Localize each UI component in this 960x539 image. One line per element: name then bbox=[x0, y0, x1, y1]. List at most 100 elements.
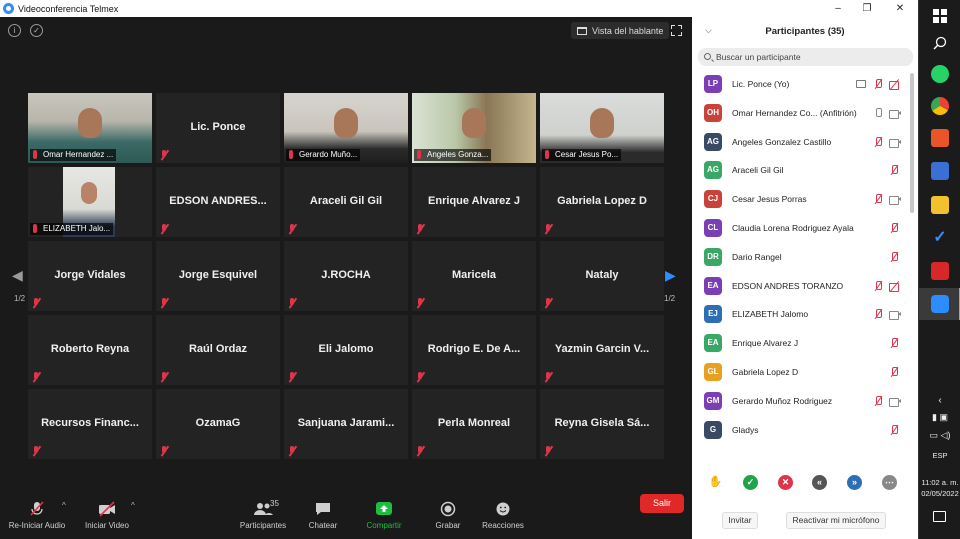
participant-row[interactable]: DR Dario Rangel bbox=[692, 244, 910, 272]
participant-tile[interactable]: Gabriela Lopez D bbox=[540, 167, 664, 237]
participant-tile[interactable]: OzamaG bbox=[156, 389, 280, 459]
file-explorer-icon[interactable] bbox=[931, 196, 949, 214]
mic-muted-icon bbox=[889, 338, 899, 349]
shield-icon[interactable]: ✓ bbox=[30, 24, 43, 37]
participant-tile[interactable]: Rodrigo E. De A... bbox=[412, 315, 536, 385]
participant-tile[interactable]: Yazmin Garcin V... bbox=[540, 315, 664, 385]
participant-row[interactable]: G Gladys bbox=[692, 417, 910, 445]
zoom-taskbar-button[interactable] bbox=[919, 288, 960, 320]
share-button[interactable]: Compartir bbox=[360, 501, 408, 530]
participant-row[interactable]: AG Araceli Gil Gil bbox=[692, 157, 910, 185]
participant-tile[interactable]: Jorge Esquivel bbox=[156, 241, 280, 311]
tray-icons[interactable]: ▮ ▣ bbox=[919, 412, 960, 423]
avatar: CJ bbox=[704, 190, 722, 209]
participant-tile[interactable]: Omar Hernandez ... bbox=[28, 93, 152, 163]
participant-row[interactable]: EA EDSON ANDRES TORANZO bbox=[692, 273, 910, 301]
participant-tile[interactable]: Sanjuana Jarami... bbox=[284, 389, 408, 459]
todo-icon[interactable]: ✓ bbox=[931, 229, 949, 247]
participant-tile[interactable]: Maricela bbox=[412, 241, 536, 311]
avatar: GM bbox=[704, 391, 722, 410]
search-icon[interactable] bbox=[933, 36, 947, 50]
participant-tile[interactable]: Jorge Vidales bbox=[28, 241, 152, 311]
participant-name: Dario Rangel bbox=[732, 251, 782, 262]
participant-tile[interactable]: Enrique Alvarez J bbox=[412, 167, 536, 237]
maximize-button[interactable]: ❐ bbox=[852, 0, 882, 17]
faster-icon[interactable]: » bbox=[847, 475, 862, 490]
participant-row[interactable]: OH Omar Hernandez Co... (Anfitrión) bbox=[692, 100, 910, 128]
audio-options-caret-icon[interactable]: ^ bbox=[62, 501, 66, 510]
search-placeholder: Buscar un participante bbox=[716, 52, 801, 62]
invite-button[interactable]: Invitar bbox=[722, 512, 758, 529]
raise-hand-icon[interactable]: ✋ bbox=[708, 475, 723, 490]
participant-tile[interactable]: Recursos Financ... bbox=[28, 389, 152, 459]
mic-muted-icon bbox=[889, 223, 899, 234]
chat-button[interactable]: Chatear bbox=[303, 501, 343, 530]
participant-tile[interactable]: Cesar Jesus Po... bbox=[540, 93, 664, 163]
minimize-button[interactable]: – bbox=[823, 0, 853, 17]
unmute-me-button[interactable]: Reactivar mi micrófono bbox=[786, 512, 886, 529]
next-page-arrow-icon[interactable]: ▶ bbox=[665, 267, 676, 284]
info-icon[interactable]: i bbox=[8, 24, 21, 37]
video-icon bbox=[889, 109, 901, 119]
video-button[interactable]: Iniciar Video bbox=[80, 501, 134, 530]
participant-tile[interactable]: ELIZABETH Jalo... bbox=[28, 167, 152, 237]
video-options-caret-icon[interactable]: ^ bbox=[131, 501, 135, 510]
more-options-icon[interactable]: ⋯ bbox=[882, 475, 897, 490]
fullscreen-icon[interactable] bbox=[671, 25, 682, 36]
clock-time[interactable]: 11:02 a. m. bbox=[919, 478, 960, 487]
participants-button[interactable]: 35 Participantes bbox=[236, 499, 290, 530]
pdf-reader-icon[interactable] bbox=[931, 262, 949, 280]
participant-name: Sanjuana Jarami... bbox=[297, 417, 395, 429]
whatsapp-icon[interactable] bbox=[931, 65, 949, 83]
participant-row[interactable]: AG Angeles Gonzalez Castillo bbox=[692, 129, 910, 157]
network-volume-icon[interactable]: ▭ ◁) bbox=[919, 430, 960, 441]
participant-row[interactable]: EA Enrique Alvarez J bbox=[692, 330, 910, 358]
participant-tile[interactable]: Perla Monreal bbox=[412, 389, 536, 459]
participant-row[interactable]: GM Gerardo Muñoz Rodriguez bbox=[692, 388, 910, 416]
participant-tile[interactable]: EDSON ANDRES... bbox=[156, 167, 280, 237]
participant-row[interactable]: CJ Cesar Jesus Porras bbox=[692, 186, 910, 214]
participant-tile[interactable]: Lic. Ponce bbox=[156, 93, 280, 163]
reactions-button[interactable]: Reacciones bbox=[480, 501, 526, 530]
notifications-icon[interactable] bbox=[933, 511, 946, 522]
participant-tile[interactable]: Reyna Gisela Sá... bbox=[540, 389, 664, 459]
person-silhouette bbox=[81, 182, 97, 205]
close-button[interactable]: ✕ bbox=[885, 0, 915, 17]
windows-start-icon[interactable] bbox=[933, 9, 947, 23]
prev-page-arrow-icon[interactable]: ◀ bbox=[12, 267, 23, 284]
avatar: GL bbox=[704, 363, 722, 381]
no-icon[interactable]: ✕ bbox=[778, 475, 793, 490]
slower-icon[interactable]: « bbox=[812, 475, 827, 490]
chrome-icon[interactable] bbox=[931, 97, 949, 115]
participant-tile[interactable]: Araceli Gil Gil bbox=[284, 167, 408, 237]
calculator-icon[interactable] bbox=[931, 162, 949, 180]
participant-tile[interactable]: Eli Jalomo bbox=[284, 315, 408, 385]
avatar: AG bbox=[704, 132, 722, 151]
record-button[interactable]: Grabar bbox=[428, 501, 468, 530]
participant-row[interactable]: GL Gabriela Lopez D bbox=[692, 359, 910, 387]
participant-row[interactable]: LP Lic. Ponce (Yo) bbox=[692, 71, 910, 99]
participant-tile[interactable]: Raúl Ordaz bbox=[156, 315, 280, 385]
tray-expand-chevron-icon[interactable]: ‹ bbox=[919, 395, 960, 406]
avatar: EJ bbox=[704, 305, 722, 324]
participant-list-scrollbar[interactable] bbox=[910, 73, 914, 213]
audio-button[interactable]: Re-Iniciar Audio bbox=[6, 501, 68, 530]
participant-row[interactable]: CL Claudia Lorena Rodriguez Ayala bbox=[692, 215, 910, 243]
leave-meeting-button[interactable]: Salir bbox=[640, 494, 684, 513]
participant-row[interactable]: EJ ELIZABETH Jalomo bbox=[692, 301, 910, 329]
presentation-app-icon[interactable] bbox=[931, 129, 949, 147]
participant-tile[interactable]: Roberto Reyna bbox=[28, 315, 152, 385]
page-indicator-left: 1/2 bbox=[14, 294, 26, 303]
participant-search-input[interactable]: Buscar un participante bbox=[698, 48, 913, 66]
participant-tile[interactable]: Gerardo Muño... bbox=[284, 93, 408, 163]
mic-muted-icon bbox=[873, 79, 883, 90]
person-silhouette bbox=[590, 108, 614, 139]
participant-tile[interactable]: J.ROCHA bbox=[284, 241, 408, 311]
yes-icon[interactable]: ✓ bbox=[743, 475, 758, 490]
participant-tile[interactable]: Nataly bbox=[540, 241, 664, 311]
language-indicator[interactable]: ESP bbox=[919, 451, 960, 460]
mic-muted-icon bbox=[27, 501, 47, 517]
participant-tile[interactable]: Angeles Gonza... bbox=[412, 93, 536, 163]
clock-date[interactable]: 02/05/2022 bbox=[919, 489, 960, 498]
speaker-view-button[interactable]: Vista del hablante bbox=[571, 22, 670, 39]
